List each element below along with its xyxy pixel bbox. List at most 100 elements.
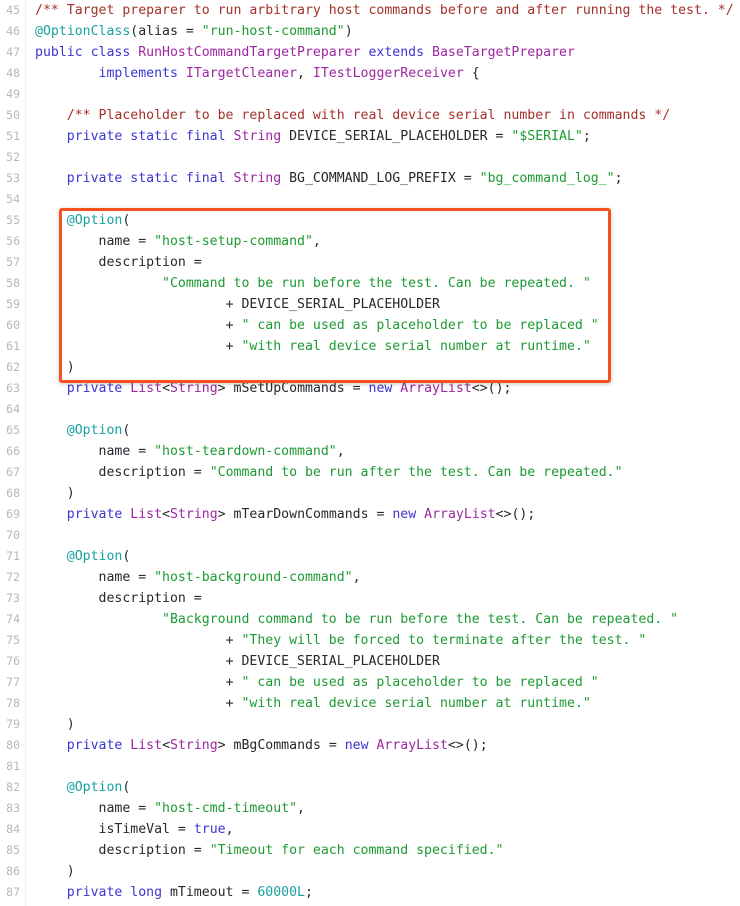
- code-line-content: @Option(: [25, 546, 131, 567]
- token-type: List: [130, 507, 163, 522]
- code-line: 60 + " can be used as placeholder to be …: [0, 315, 740, 336]
- token-plain: description: [35, 591, 194, 606]
- token-anno: @Option: [66, 423, 123, 438]
- token-string: "They will be forced to terminate after …: [241, 633, 647, 648]
- token-keyword: implements: [98, 66, 186, 81]
- line-number: 73: [6, 591, 20, 605]
- line-number: 56: [6, 234, 20, 248]
- token-type: String: [233, 171, 290, 186]
- token-string: "with real device serial number at runti…: [241, 339, 591, 354]
- line-number: 49: [6, 87, 20, 101]
- token-type: String: [233, 129, 290, 144]
- code-line-content: private List<String> mTearDownCommands =…: [25, 504, 536, 525]
- token-comment: /** Placeholder to be replaced with real…: [66, 108, 671, 123]
- code-line: 55 @Option(: [0, 210, 740, 231]
- code-line-content: ): [25, 714, 75, 735]
- token-punct: ): [66, 717, 75, 732]
- code-line-content: name = "host-teardown-command",: [25, 441, 345, 462]
- code-viewer[interactable]: 45 /** Target preparer to run arbitrary h…: [0, 0, 740, 906]
- token-keyword: new: [392, 507, 425, 522]
- token-anno: @Option: [66, 780, 123, 795]
- code-line-content: + " can be used as placeholder to be rep…: [25, 672, 599, 693]
- token-punct: +: [225, 339, 242, 354]
- code-line: 59 + DEVICE_SERIAL_PLACEHOLDER: [0, 294, 740, 315]
- token-keyword: private: [66, 738, 131, 753]
- token-punct: (: [122, 549, 131, 564]
- token-punct: {: [471, 66, 480, 81]
- token-punct: =: [241, 885, 258, 900]
- token-punct: =: [193, 465, 210, 480]
- code-line: 48 implements ITargetCleaner, ITestLogge…: [0, 63, 740, 84]
- token-punct: ): [66, 486, 75, 501]
- token-punct: <>();: [471, 381, 512, 396]
- token-punct: (: [122, 213, 131, 228]
- code-line-content: description =: [25, 588, 202, 609]
- token-type: ArrayList: [376, 738, 448, 753]
- token-keyword: public class: [35, 45, 139, 60]
- token-string: " can be used as placeholder to be repla…: [241, 675, 599, 690]
- token-punct: =: [138, 234, 155, 249]
- token-punct: <>();: [495, 507, 536, 522]
- token-punct: <: [162, 381, 171, 396]
- line-number: 75: [6, 633, 20, 647]
- code-line-content: isTimeVal = true,: [25, 819, 234, 840]
- token-keyword: new: [368, 381, 401, 396]
- token-string: "with real device serial number at runti…: [241, 696, 591, 711]
- line-number: 72: [6, 570, 20, 584]
- token-punct: ,: [312, 234, 321, 249]
- token-type: List: [130, 381, 163, 396]
- token-plain: BG_COMMAND_LOG_PREFIX: [289, 171, 464, 186]
- token-punct: ;: [614, 171, 623, 186]
- token-string: "host-cmd-timeout": [154, 801, 298, 816]
- line-number: 50: [6, 108, 20, 122]
- token-string: "Background command to be run before the…: [162, 612, 679, 627]
- token-punct: (: [122, 780, 131, 795]
- line-number: 79: [6, 717, 20, 731]
- code-line: 62 ): [0, 357, 740, 378]
- code-line-content: @OptionClass(alias = "run-host-command"): [25, 21, 353, 42]
- token-string: "Command to be run after the test. Can b…: [209, 465, 623, 480]
- code-line-content: + "with real device serial number at run…: [25, 336, 591, 357]
- token-keyword: private long: [66, 885, 170, 900]
- code-line-content: @Option(: [25, 777, 131, 798]
- token-comment: /** Target preparer to run arbitrary hos…: [35, 3, 734, 18]
- token-type: ArrayList: [424, 507, 496, 522]
- token-punct: ;: [582, 129, 591, 144]
- code-line: 83 name = "host-cmd-timeout",: [0, 798, 740, 819]
- code-line-content: description = "Command to be run after t…: [25, 462, 623, 483]
- code-line: 76 + DEVICE_SERIAL_PLACEHOLDER: [0, 651, 740, 672]
- token-punct: ): [344, 24, 353, 39]
- token-punct: (: [122, 423, 131, 438]
- token-type: String: [170, 738, 218, 753]
- token-punct: ,: [352, 570, 361, 585]
- code-line: 68 ): [0, 483, 740, 504]
- line-number: 66: [6, 444, 20, 458]
- code-line-content: name = "host-cmd-timeout",: [25, 798, 305, 819]
- token-plain: description: [35, 255, 194, 270]
- token-type: String: [170, 507, 218, 522]
- line-number: 64: [6, 402, 20, 416]
- token-keyword: private: [66, 381, 131, 396]
- token-punct: ;: [304, 885, 313, 900]
- token-keyword: new: [344, 738, 377, 753]
- token-plain: description: [35, 843, 194, 858]
- line-number: 61: [6, 339, 20, 353]
- code-line: 73 description =: [0, 588, 740, 609]
- token-punct: =: [193, 255, 202, 270]
- code-line: 79 ): [0, 714, 740, 735]
- code-line-content: @Option(: [25, 210, 131, 231]
- line-number: 86: [6, 864, 20, 878]
- code-line-content: + DEVICE_SERIAL_PLACEHOLDER: [25, 294, 440, 315]
- token-punct: +: [225, 654, 242, 669]
- code-line: 61 + "with real device serial number at …: [0, 336, 740, 357]
- code-line-content: public class RunHostCommandTargetPrepare…: [25, 42, 575, 63]
